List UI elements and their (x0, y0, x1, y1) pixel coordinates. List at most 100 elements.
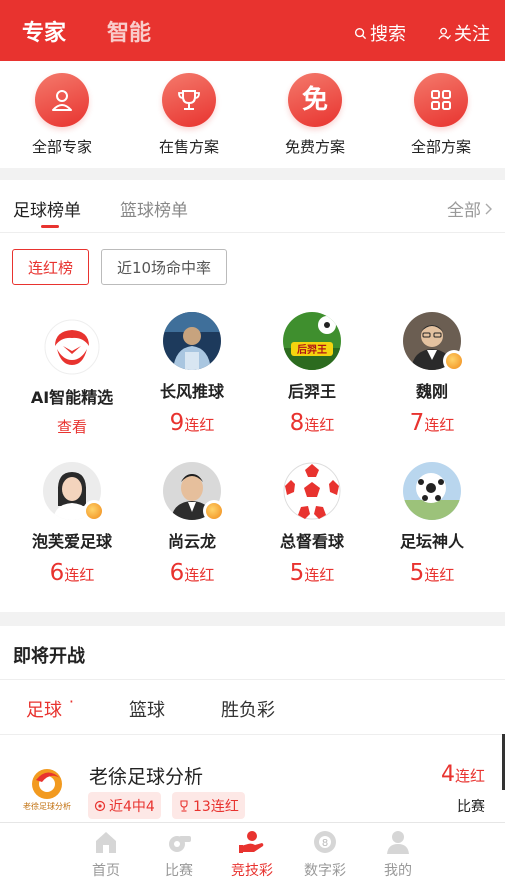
trophy-icon (180, 799, 188, 812)
hit-rate-text: 近4中4 (109, 798, 155, 815)
expert-name: 长风推球 (159, 382, 224, 401)
bottom-nav: 首页 比赛 竞技彩 8 数字彩 我的 (0, 822, 505, 881)
follow-button[interactable]: 关注 (438, 20, 490, 46)
divider (0, 734, 505, 735)
streak-number: 4 (440, 762, 455, 787)
medal-icon (443, 350, 465, 372)
divider (0, 679, 505, 680)
quick-links: 全部专家 在售方案 免 免费方案 全部方案 (0, 61, 505, 168)
nav-profile[interactable]: 我的 (363, 828, 433, 880)
expert-logo[interactable]: 老徐足球分析 (20, 762, 74, 816)
streak-badge: 13连红 (172, 792, 245, 819)
expert-card[interactable]: 后羿王 后羿王 8连红 (257, 312, 367, 436)
avatar: 后羿王 (283, 312, 341, 370)
quick-link-label: 免费方案 (284, 138, 345, 156)
ranking-tabs: 足球榜单 篮球榜单 全部 (0, 180, 505, 233)
streak-number: 7 (409, 410, 425, 436)
avatar (163, 312, 221, 370)
trophy-icon (162, 73, 216, 127)
follow-user-icon (438, 27, 451, 39)
medal-icon (83, 500, 105, 522)
expert-card[interactable]: 总督看球 5连红 (257, 462, 367, 586)
streak-unit: 连红 (304, 566, 335, 584)
sport-tab-football[interactable]: 足球 (26, 692, 74, 722)
tab-football-ranking[interactable]: 足球榜单 (13, 196, 81, 228)
nav-label: 首页 (92, 863, 120, 879)
expert-name: 足坛神人 (399, 532, 464, 551)
nav-sports-lottery[interactable]: 竞技彩 (217, 828, 287, 880)
filter-streak[interactable]: 连红榜 (12, 249, 89, 285)
free-icon: 免 (288, 73, 342, 127)
sport-tab-win-lose[interactable]: 胜负彩 (221, 696, 275, 722)
expert-card[interactable]: 魏刚 7连红 (377, 312, 487, 436)
all-rankings-link[interactable]: 全部 (447, 196, 493, 221)
quick-link-all-experts[interactable]: 全部专家 (12, 73, 112, 157)
quick-link-label: 在售方案 (158, 138, 219, 156)
whistle-icon (169, 836, 191, 852)
quick-link-free[interactable]: 免 免费方案 (265, 73, 365, 157)
nav-number-lottery[interactable]: 8 数字彩 (290, 828, 360, 880)
quick-link-on-sale[interactable]: 在售方案 (139, 73, 239, 157)
streak: 6连红 (137, 560, 247, 586)
expert-card[interactable]: 足坛神人 5连红 (377, 462, 487, 586)
nav-home[interactable]: 首页 (71, 828, 141, 880)
profile-icon (387, 831, 409, 854)
tab-smart[interactable]: 智能 (107, 15, 151, 47)
houyi-logo-image: 后羿王 (283, 312, 341, 370)
search-button[interactable]: 搜索 (354, 20, 406, 46)
expert-name: AI智能精选 (30, 388, 114, 407)
sport-tab-basketball[interactable]: 篮球 (129, 696, 165, 722)
expert-name: 魏刚 (415, 382, 448, 401)
streak-number: 8 (289, 410, 305, 436)
avatar (403, 462, 461, 520)
streak-number: 5 (409, 560, 425, 586)
top-bar: 专家 智能 搜索 关注 (0, 0, 505, 61)
streak-number: 9 (169, 410, 185, 436)
streak: 6连红 (17, 560, 127, 586)
match-label: 比赛 (457, 799, 485, 815)
search-icon (354, 27, 367, 39)
quick-link-all-plans[interactable]: 全部方案 (391, 73, 491, 157)
streak: 5连红 (377, 560, 487, 586)
grid-icon (414, 73, 468, 127)
streak-number: 6 (169, 560, 185, 586)
avatar (163, 462, 225, 522)
expert-card[interactable]: 长风推球 9连红 (137, 312, 247, 436)
streak-unit: 连红 (64, 566, 95, 584)
tab-experts[interactable]: 专家 (22, 15, 66, 47)
view-link[interactable]: 查看 (17, 416, 127, 437)
quick-link-label: 全部方案 (410, 138, 471, 156)
streak-number: 5 (289, 560, 305, 586)
active-tab-indicator (41, 225, 59, 228)
home-icon (96, 832, 116, 853)
avatar (43, 318, 101, 376)
player-photo (163, 312, 221, 370)
streak: 8连红 (257, 410, 367, 436)
streak-unit: 连红 (184, 566, 215, 584)
expert-name: 泡芙爱足球 (31, 532, 112, 551)
streak-badge-text: 13连红 (193, 798, 239, 815)
card-streak: 4连红 (441, 762, 485, 787)
nav-match[interactable]: 比赛 (144, 828, 214, 880)
hit-rate-badge: 近4中4 (88, 792, 161, 819)
football-photo (403, 462, 461, 520)
expert-card[interactable]: 尚云龙 6连红 (137, 462, 247, 586)
all-label: 全部 (447, 201, 481, 221)
streak-unit: 连红 (454, 767, 485, 785)
ranking-section: 足球榜单 篮球榜单 全部 连红榜 近10场命中率 AI智能精选 查看 长风推球 … (0, 180, 505, 612)
chevron-right-icon (485, 203, 492, 214)
follow-label: 关注 (454, 24, 490, 45)
user-icon (35, 73, 89, 127)
avatar (283, 462, 341, 520)
filter-hit-rate[interactable]: 近10场命中率 (101, 249, 227, 285)
expert-card[interactable]: 泡芙爱足球 6连红 (17, 462, 127, 586)
streak-unit: 连红 (424, 416, 455, 434)
medal-icon (203, 500, 225, 522)
expert-name: 总督看球 (279, 532, 344, 551)
expert-card[interactable]: AI智能精选 查看 (17, 318, 127, 437)
nav-label: 数字彩 (304, 863, 346, 879)
tab-label: 足球榜单 (13, 201, 81, 221)
streak: 7连红 (377, 410, 487, 436)
expert-name[interactable]: 老徐足球分析 (89, 762, 203, 789)
tab-basketball-ranking[interactable]: 篮球榜单 (120, 196, 188, 221)
